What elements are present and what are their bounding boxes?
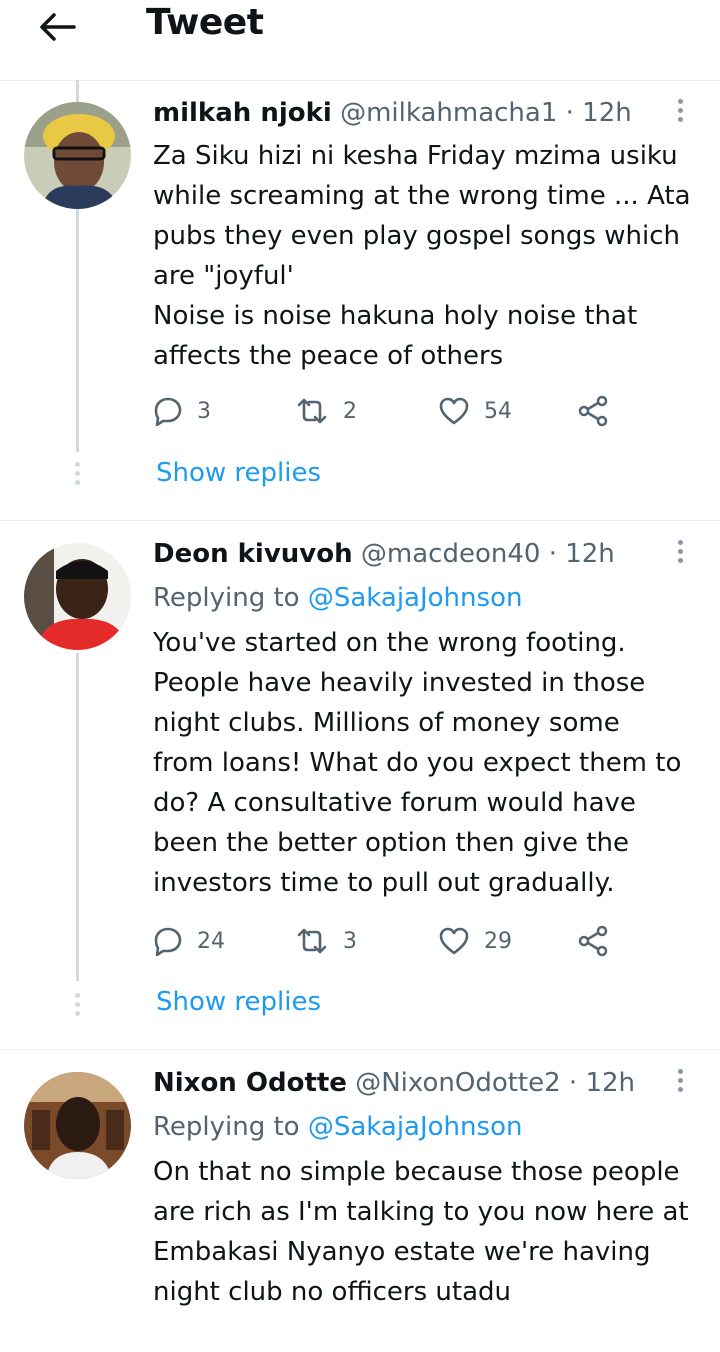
reply-icon [154,927,182,956]
timestamp[interactable]: 12h [582,98,632,128]
retweet-icon [297,928,327,954]
arrow-left-icon [40,13,76,41]
tweet-text: Za Siku hizi ni kesha Friday mzima usiku… [153,136,698,376]
page-title: Tweet [146,2,264,43]
reply-button[interactable]: 24 [153,923,225,959]
reply-count: 3 [197,398,211,424]
tweet-text-line: night club no officers utadu [153,1277,511,1307]
avatar[interactable] [24,1072,131,1179]
tweet-text-line: are rich as I'm talking to you now here … [153,1197,689,1227]
tweet-text-line: On that no simple because those people [153,1157,680,1187]
tweet-text-line: Embakasi Nyanyo estate we're having [153,1237,651,1267]
tweet-text-line: You've started on the wrong footing. [153,628,626,658]
more-vertical-icon [668,1069,692,1092]
back-button[interactable] [36,10,80,44]
replying-to: Replying to @SakajaJohnson [153,1110,522,1144]
tweet-text-line: Noise is noise hakuna holy noise that [153,301,638,331]
tweet-text-line: been the better option then give the [153,828,629,858]
tweet-header: Deon kivuvoh @macdeon40 · 12h [153,537,653,571]
tweet-text-line: Za Siku hizi ni kesha Friday mzima usiku [153,141,678,171]
tweet-text-line: are "joyful' [153,261,294,291]
retweet-count: 3 [343,928,357,954]
tweet-text-line: investors time to pull out gradually. [153,868,615,898]
timestamp[interactable]: 12h [565,539,615,569]
reply-button[interactable]: 3 [153,393,211,429]
action-bar: 3 2 54 [153,393,623,429]
like-button[interactable]: 29 [438,923,512,959]
like-button[interactable]: 54 [438,393,512,429]
tweet-text-line: People have heavily invested in those [153,668,646,698]
share-icon [578,925,608,957]
share-button[interactable] [578,923,610,959]
thread-line [76,653,79,981]
reply-icon [154,397,182,426]
tweet-text-line: from loans! What do you expect them to [153,748,682,778]
more-options-button[interactable] [668,96,692,130]
tweet-text-line: while screaming at the wrong time ... At… [153,181,691,211]
author-handle[interactable]: @macdeon40 [361,539,541,569]
retweet-count: 2 [343,398,357,424]
separator: · [568,1068,578,1098]
avatar[interactable] [24,543,131,650]
tweet-text: You've started on the wrong footing. Peo… [153,623,698,903]
more-options-button[interactable] [668,537,692,571]
reply-tweet[interactable]: Nixon Odotte @NixonOdotte2 · 12h Replyin… [0,1050,720,1352]
mention-link[interactable]: @SakajaJohnson [308,583,523,613]
tweet-text-line: pubs they even play gospel songs which [153,221,680,251]
replying-to-label: Replying to [153,1112,308,1142]
more-vertical-icon [668,540,692,563]
avatar[interactable] [24,102,131,209]
tweet-text-line: night clubs. Millions of money some [153,708,620,738]
like-count: 54 [484,398,512,424]
separator: · [565,98,574,128]
reply-tweet[interactable]: Deon kivuvoh @macdeon40 · 12h Replying t… [0,521,720,1050]
retweet-button[interactable]: 2 [295,393,357,429]
tweet-header: milkah njoki @milkahmacha1 · 12h [153,96,653,130]
retweet-icon [297,398,327,424]
share-button[interactable] [578,393,610,429]
thread-gap-dots [74,462,81,489]
retweet-button[interactable]: 3 [295,923,357,959]
mention-link[interactable]: @SakajaJohnson [308,1112,523,1142]
tweet-text: On that no simple because those people a… [153,1152,698,1312]
separator: · [548,539,557,569]
top-bar: Tweet [0,0,720,81]
tweet-text-line: affects the peace of others [153,341,504,371]
author-handle[interactable]: @milkahmacha1 [340,98,557,128]
like-count: 29 [484,928,512,954]
replying-to-label: Replying to [153,583,308,613]
show-replies-link[interactable]: Show replies [156,458,321,488]
share-icon [578,395,608,427]
show-replies-link[interactable]: Show replies [156,987,321,1017]
tweet-header: Nixon Odotte @NixonOdotte2 · 12h [153,1066,653,1100]
reply-count: 24 [197,928,225,954]
author-name[interactable]: milkah njoki [153,98,332,128]
more-options-button[interactable] [668,1066,692,1100]
action-bar: 24 3 29 [153,923,623,959]
author-name[interactable]: Nixon Odotte [153,1068,347,1098]
tweet-text-line: do? A consultative forum would have [153,788,636,818]
heart-icon [439,927,469,955]
author-name[interactable]: Deon kivuvoh [153,539,353,569]
timestamp[interactable]: 12h [585,1068,635,1098]
author-handle[interactable]: @NixonOdotte2 [355,1068,560,1098]
reply-tweet[interactable]: milkah njoki @milkahmacha1 · 12h Za Siku… [0,80,720,521]
heart-icon [439,397,469,425]
thread-gap-dots [74,993,81,1020]
more-vertical-icon [668,99,692,122]
replying-to: Replying to @SakajaJohnson [153,581,522,615]
